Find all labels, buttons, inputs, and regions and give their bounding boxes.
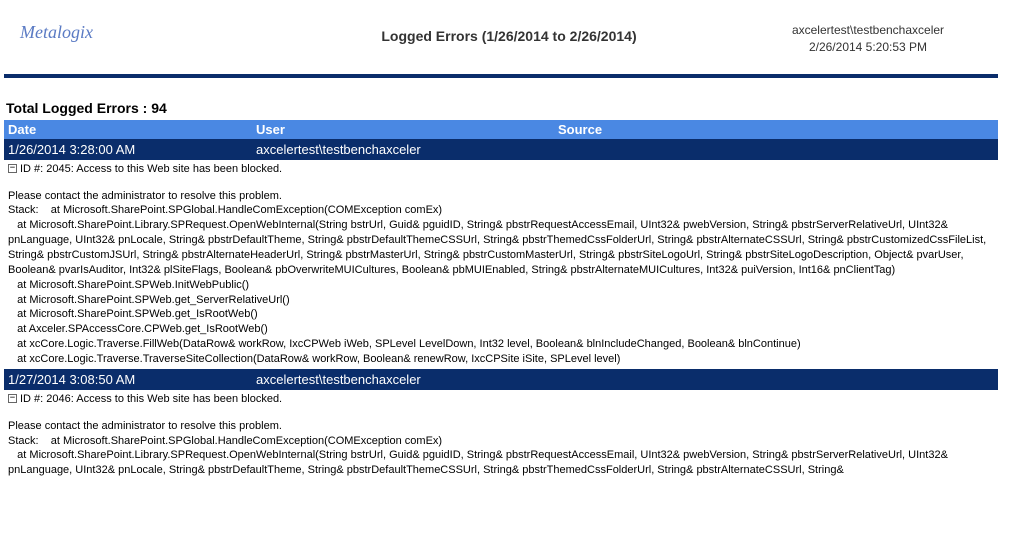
scroll-area[interactable]: Metalogix Logged Errors (1/26/2014 to 2/… xyxy=(0,0,1010,536)
entry-header: 1/27/2014 3:08:50 AM axcelertest\testben… xyxy=(4,369,998,390)
entry-id-row: − ID #: 2046: Access to this Web site ha… xyxy=(4,390,998,407)
column-header-date: Date xyxy=(8,122,256,137)
entry-message: Please contact the administrator to reso… xyxy=(8,419,996,434)
report-content: Metalogix Logged Errors (1/26/2014 to 2/… xyxy=(0,0,1010,520)
entry-message: Please contact the administrator to reso… xyxy=(8,189,996,204)
column-headers: Date User Source xyxy=(4,120,998,139)
header-user-info: axcelertest\testbenchaxceler 2/26/2014 5… xyxy=(738,16,998,56)
entry-user: axcelertest\testbenchaxceler xyxy=(256,142,558,157)
entry-stack-trace: Stack: at Microsoft.SharePoint.SPGlobal.… xyxy=(8,203,996,366)
entry-id-text: ID #: 2045: Access to this Web site has … xyxy=(20,163,282,175)
collapse-toggle-icon[interactable]: − xyxy=(8,164,17,173)
header-username: axcelertest\testbenchaxceler xyxy=(738,22,998,39)
column-header-user: User xyxy=(256,122,558,137)
brand-logo: Metalogix xyxy=(20,16,280,43)
report-header: Metalogix Logged Errors (1/26/2014 to 2/… xyxy=(4,8,998,74)
entry-header: 1/26/2014 3:28:00 AM axcelertest\testben… xyxy=(4,139,998,160)
entry-source xyxy=(558,372,994,387)
report-title: Logged Errors (1/26/2014 to 2/26/2014) xyxy=(280,16,738,44)
entry-id-text: ID #: 2046: Access to this Web site has … xyxy=(20,393,282,405)
entry-message-block: Please contact the administrator to reso… xyxy=(4,187,998,369)
entry-user: axcelertest\testbenchaxceler xyxy=(256,372,558,387)
entry-date: 1/27/2014 3:08:50 AM xyxy=(8,372,256,387)
column-header-source: Source xyxy=(558,122,994,137)
header-timestamp: 2/26/2014 5:20:53 PM xyxy=(738,39,998,56)
entry-source xyxy=(558,142,994,157)
entry-id-row: − ID #: 2045: Access to this Web site ha… xyxy=(4,160,998,177)
entry-date: 1/26/2014 3:28:00 AM xyxy=(8,142,256,157)
report-viewport: Metalogix Logged Errors (1/26/2014 to 2/… xyxy=(0,0,1027,536)
total-logged-errors: Total Logged Errors : 94 xyxy=(4,100,998,116)
header-divider xyxy=(4,74,998,78)
entry-message-block: Please contact the administrator to reso… xyxy=(4,417,998,480)
collapse-toggle-icon[interactable]: − xyxy=(8,394,17,403)
entry-stack-trace: Stack: at Microsoft.SharePoint.SPGlobal.… xyxy=(8,434,996,479)
